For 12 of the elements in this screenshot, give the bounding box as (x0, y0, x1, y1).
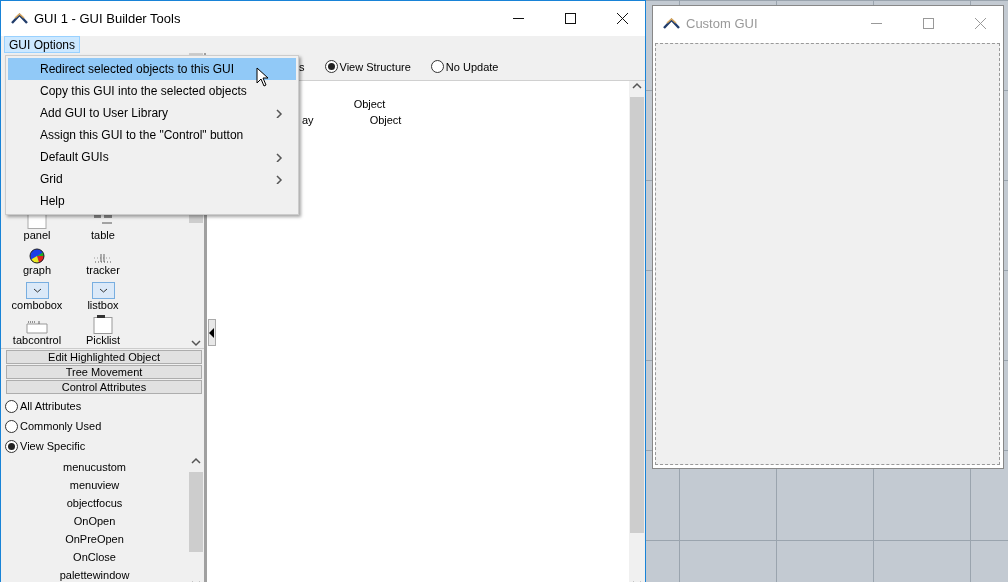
window-title: GUI 1 - GUI Builder Tools (34, 11, 182, 26)
palette-label: panel (23, 229, 51, 241)
window-title: Custom GUI (686, 16, 759, 31)
tree-text: ay (302, 113, 314, 128)
palette-label: combobox (11, 299, 63, 311)
palette-label: tabcontrol (12, 334, 62, 346)
palette-label: table (91, 229, 115, 241)
palette-label: Picklist (85, 334, 121, 346)
palette-label: graph (22, 264, 52, 276)
palette-label: listbox (87, 299, 119, 311)
palette-label: tracker (86, 264, 120, 276)
option-label: s (299, 60, 305, 73)
